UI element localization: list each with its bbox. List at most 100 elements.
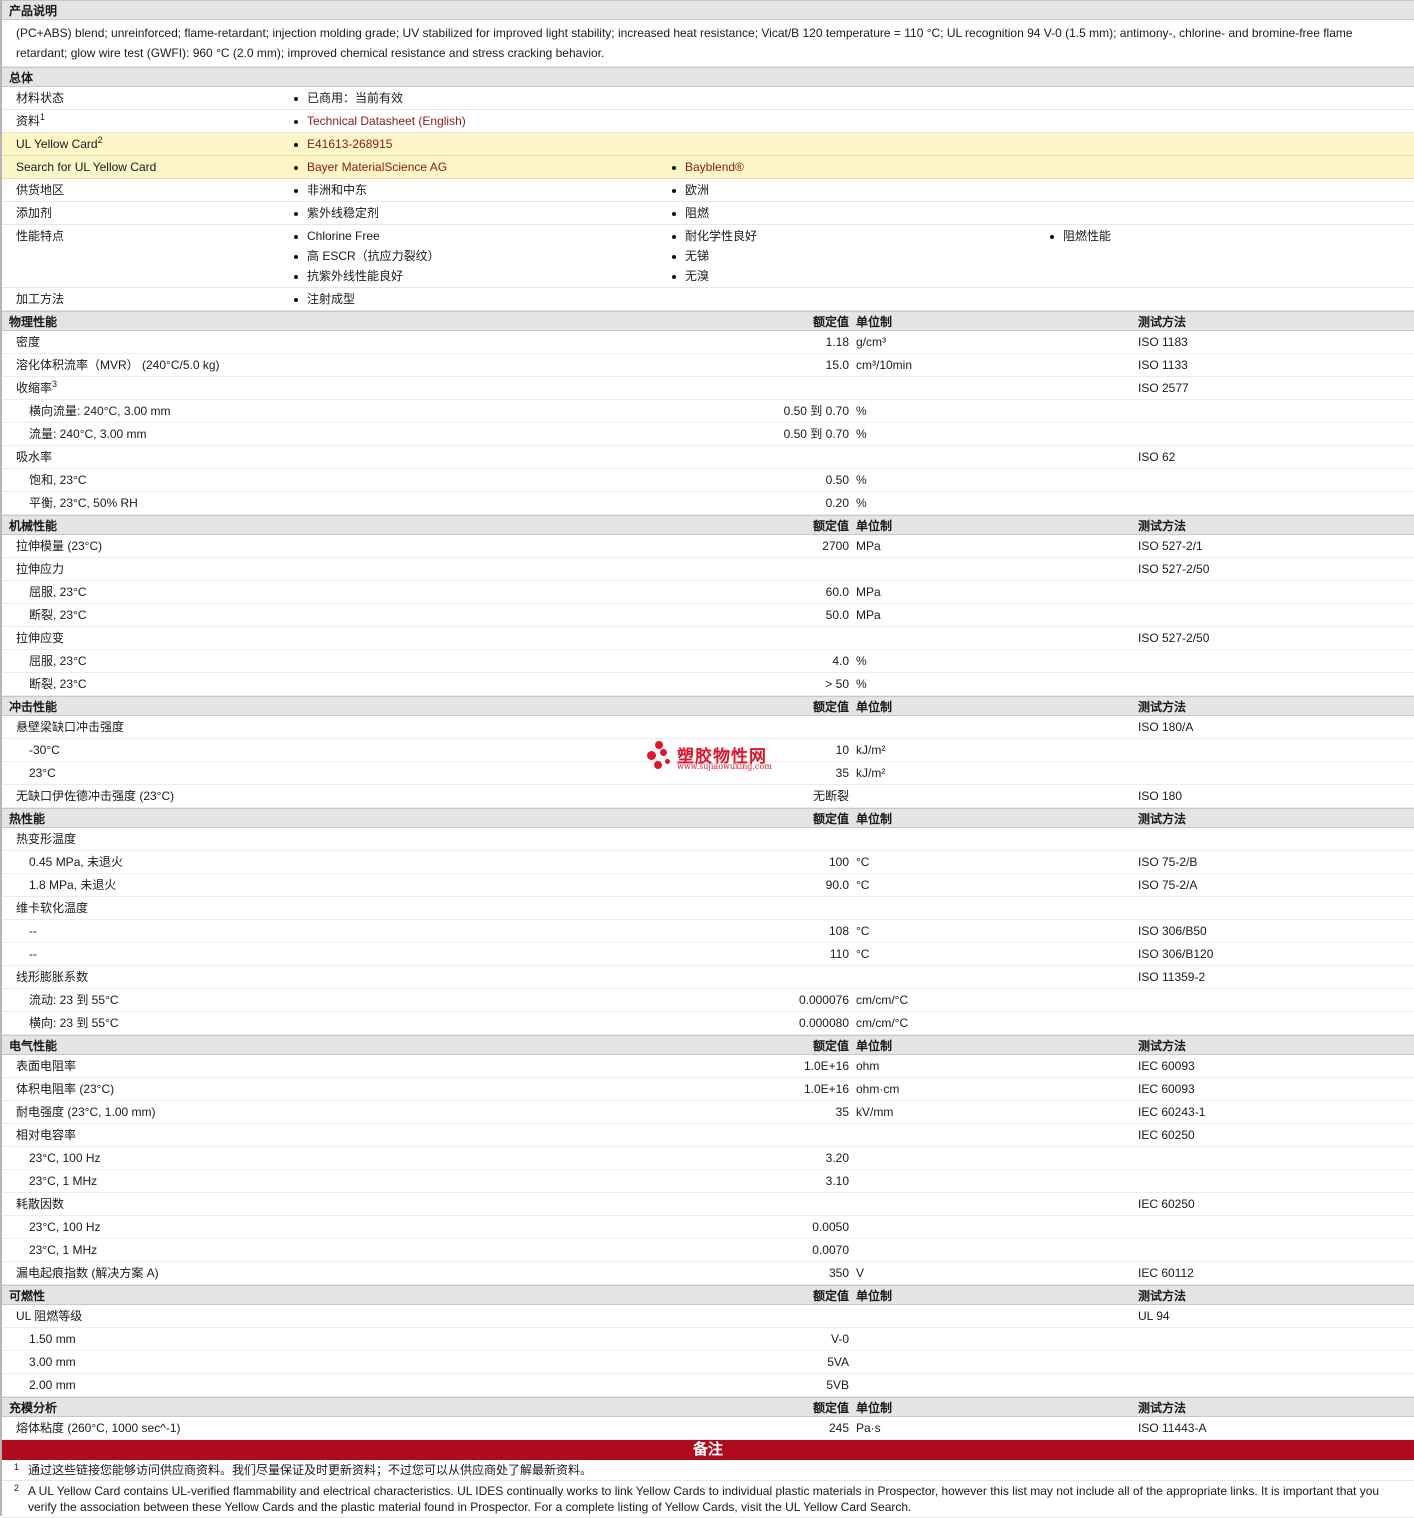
general-row-label: Search for UL Yellow Card	[16, 157, 156, 177]
property-label-text: 饱和, 23°C	[29, 473, 87, 487]
property-value: 0.0050	[812, 1220, 849, 1234]
general-row: 性能特点 Chlorine Free 高 ESCR（抗应力裂纹） 抗紫外线性能良好 耐化…	[2, 225, 1414, 288]
notes-bar: 备注	[2, 1440, 1414, 1460]
property-row: 密度 1.18 g/cm³ ISO 1183	[2, 331, 1414, 354]
property-label: 熔体粘度 (260°C, 1000 sec^-1)	[16, 1417, 181, 1440]
datasheet: 产品说明 (PC+ABS) blend; unreinforced; flame…	[0, 0, 1414, 1518]
general-link[interactable]: E41613-268915	[292, 134, 392, 154]
property-row: 流动: 23 到 55°C 0.000076 cm/cm/°C	[2, 989, 1414, 1012]
product-description-heading: 产品说明	[2, 0, 1414, 20]
property-row: 耐电强度 (23°C, 1.00 mm) 35 kV/mm IEC 60243-1	[2, 1101, 1414, 1124]
property-label: 耐电强度 (23°C, 1.00 mm)	[16, 1101, 156, 1124]
property-test-method: ISO 527-2/1	[1138, 539, 1203, 553]
property-label: 断裂, 23°C	[29, 604, 86, 627]
property-label-text: 拉伸应力	[16, 562, 65, 576]
property-value: 0.50 到 0.70	[783, 404, 849, 418]
property-label-text: 平衡, 23°C, 50% RH	[29, 496, 138, 510]
property-label-text: 23°C	[29, 766, 56, 780]
general-item: 高 ESCR（抗应力裂纹）	[292, 246, 440, 266]
property-row: 耗散因数 IEC 60250	[2, 1193, 1414, 1216]
general-row: 资料1 Technical Datasheet (English)	[2, 110, 1414, 133]
product-description-title: 产品说明	[9, 4, 58, 18]
property-label-text: 断裂, 23°C	[29, 677, 87, 691]
property-unit: cm/cm/°C	[856, 993, 909, 1007]
general-row-label-text: 添加剂	[16, 206, 53, 220]
watermark-logo: 塑胶物性网 www.sujiaowuxing.com	[647, 741, 777, 773]
property-label-text: 线形膨胀系数	[16, 970, 89, 984]
test-column-header: 测试方法	[1138, 519, 1187, 533]
property-label: 相对电容率	[16, 1124, 76, 1147]
property-label: 0.45 MPa, 未退火	[29, 851, 123, 874]
property-row: 线形膨胀系数 ISO 11359-2	[2, 966, 1414, 989]
general-row-column: Bayblend®	[670, 157, 744, 177]
property-unit: %	[856, 404, 867, 418]
footnote-text: 通过这些链接您能够访问供应商资料。我们尽量保证及时更新资料；不过您可以从供应商处…	[28, 1463, 593, 1477]
property-row: 熔体粘度 (260°C, 1000 sec^-1) 245 Pa·s ISO 1144…	[2, 1417, 1414, 1440]
general-item: 紫外线稳定剂	[292, 203, 379, 223]
property-label-text: 屈服, 23°C	[29, 585, 87, 599]
property-row: 1.8 MPa, 未退火 90.0 °C ISO 75-2/A	[2, 874, 1414, 897]
property-unit: %	[856, 677, 867, 691]
property-value: V-0	[830, 1332, 849, 1346]
property-label-text: 拉伸应变	[16, 631, 65, 645]
property-unit: %	[856, 427, 867, 441]
property-row: 横向流量: 240°C, 3.00 mm 0.50 到 0.70%	[2, 400, 1414, 423]
property-row: 悬壁梁缺口冲击强度 ISO 180/A	[2, 716, 1414, 739]
property-test-method: IEC 60250	[1138, 1197, 1195, 1211]
property-label: 吸水率	[16, 446, 52, 469]
property-value: 110	[829, 947, 849, 961]
property-row: 2.00 mm 5VB	[2, 1374, 1414, 1397]
test-column-header: 测试方法	[1138, 1401, 1187, 1415]
property-value: 0.000080	[798, 1016, 849, 1030]
section-title: 热性能	[9, 812, 46, 826]
property-label: 漏电起痕指数 (解决方案 A)	[16, 1262, 159, 1285]
property-label-text: 漏电起痕指数 (解决方案 A)	[16, 1266, 159, 1280]
footnote: 2 A UL Yellow Card contains UL-verified f…	[2, 1481, 1414, 1518]
property-row: 拉伸模量 (23°C) 2700 MPa ISO 527-2/1	[2, 535, 1414, 558]
property-value: 0.000076	[798, 993, 849, 1007]
section-heading: 热性能 额定值 单位制 测试方法	[2, 808, 1414, 828]
property-label: 23°C	[29, 762, 56, 785]
property-test-method: UL 94	[1138, 1309, 1170, 1323]
property-row: 体积电阻率 (23°C) 1.0E+16 ohm·cm IEC 60093	[2, 1078, 1414, 1101]
general-link[interactable]: Bayer MaterialScience AG	[292, 157, 447, 177]
general-item: 欧洲	[670, 180, 709, 200]
test-column-header: 测试方法	[1138, 1289, 1187, 1303]
property-value: 3.20	[825, 1151, 849, 1165]
general-link[interactable]: Technical Datasheet (English)	[292, 111, 466, 131]
property-row: -- 108 °C ISO 306/B50	[2, 920, 1414, 943]
property-row: -- 110 °C ISO 306/B120	[2, 943, 1414, 966]
property-label: 表面电阻率	[16, 1055, 76, 1078]
property-value: 1.0E+16	[803, 1059, 849, 1073]
general-row-label-text: UL Yellow Card	[16, 137, 98, 151]
property-row: 屈服, 23°C 4.0%	[2, 650, 1414, 673]
property-test-method: IEC 60243-1	[1138, 1105, 1206, 1119]
property-value: 108	[828, 924, 849, 938]
general-item: 非洲和中东	[292, 180, 367, 200]
property-value: 1.0E+16	[803, 1082, 849, 1096]
property-label: 拉伸应力	[16, 558, 64, 581]
property-unit: ohm·cm	[856, 1082, 900, 1096]
property-label-text: 23°C, 1 MHz	[29, 1243, 98, 1257]
property-value: 5VA	[827, 1355, 849, 1369]
general-item: 阻燃性能	[1048, 226, 1111, 246]
property-label: 断裂, 23°C	[29, 673, 86, 696]
general-link[interactable]: Bayblend®	[670, 157, 744, 177]
property-test-method: ISO 306/B120	[1138, 947, 1214, 961]
property-test-method: IEC 60112	[1138, 1266, 1194, 1280]
property-value: 2700	[822, 539, 849, 553]
property-label-text: 体积电阻率 (23°C)	[16, 1082, 115, 1096]
notes-title: 备注	[692, 1441, 723, 1458]
property-label-text: 熔体粘度 (260°C, 1000 sec^-1)	[16, 1421, 181, 1435]
property-unit: V	[856, 1266, 865, 1280]
general-row-label: 添加剂	[16, 203, 52, 223]
property-label-text: 热变形温度	[16, 832, 77, 846]
general-row-column: Bayer MaterialScience AG	[292, 157, 447, 177]
property-label-text: 屈服, 23°C	[29, 654, 87, 668]
property-test-method: ISO 527-2/50	[1138, 562, 1210, 576]
property-label-text: 溶化体积流率（MVR） (240°C/5.0 kg)	[16, 358, 220, 372]
general-row-column: 已商用：当前有效	[292, 88, 403, 108]
property-unit: kV/mm	[856, 1105, 894, 1119]
unit-column-header: 单位制	[856, 1289, 893, 1303]
property-label: 拉伸模量 (23°C)	[16, 535, 102, 558]
